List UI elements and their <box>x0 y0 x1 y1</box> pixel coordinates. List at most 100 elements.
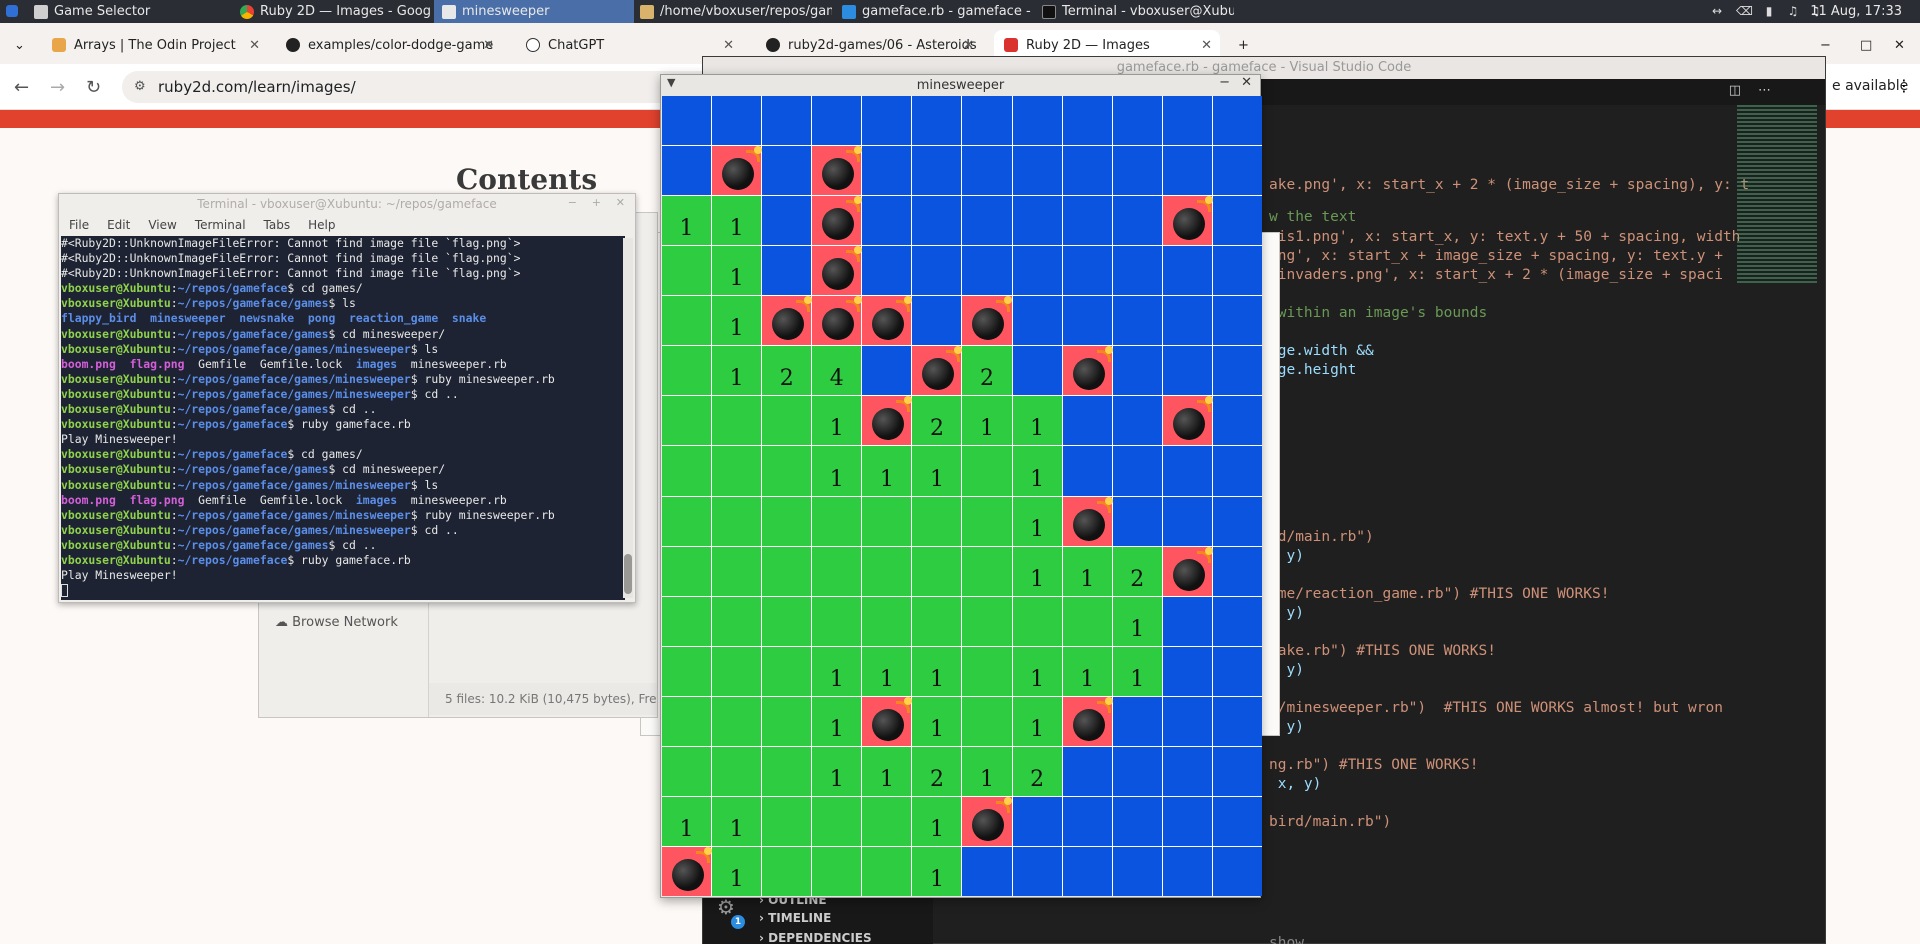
hidden-cell[interactable] <box>912 196 962 246</box>
hidden-cell[interactable] <box>1112 796 1162 846</box>
hidden-cell[interactable] <box>1012 196 1062 246</box>
hidden-cell[interactable] <box>762 196 812 246</box>
hidden-cell[interactable] <box>962 196 1012 246</box>
close-icon[interactable]: ✕ <box>1201 38 1212 53</box>
bomb-cell[interactable] <box>862 696 913 746</box>
number-cell[interactable]: 1 <box>712 246 762 296</box>
revealed-cell[interactable] <box>812 546 862 596</box>
revealed-cell[interactable] <box>662 296 712 346</box>
hidden-cell[interactable] <box>1162 296 1212 346</box>
revealed-cell[interactable] <box>962 646 1012 696</box>
hidden-cell[interactable] <box>1212 746 1262 796</box>
hidden-cell[interactable] <box>1062 96 1112 146</box>
revealed-cell[interactable] <box>962 446 1012 496</box>
number-cell[interactable]: 1 <box>912 446 962 496</box>
hidden-cell[interactable] <box>1212 346 1262 396</box>
revealed-cell[interactable] <box>662 696 712 746</box>
hidden-cell[interactable] <box>1112 146 1162 196</box>
gear-icon[interactable]: ⚙ <box>717 895 735 919</box>
site-info-icon[interactable]: ⚙ <box>134 79 146 94</box>
hidden-cell[interactable] <box>1112 446 1162 496</box>
number-cell[interactable]: 4 <box>812 346 862 396</box>
hidden-cell[interactable] <box>762 146 812 196</box>
hidden-cell[interactable] <box>1062 796 1112 846</box>
number-cell[interactable]: 1 <box>912 846 962 896</box>
revealed-cell[interactable] <box>712 596 762 646</box>
hidden-cell[interactable] <box>812 96 862 146</box>
hidden-cell[interactable] <box>1162 746 1212 796</box>
number-cell[interactable]: 1 <box>1012 396 1062 446</box>
bomb-cell[interactable] <box>662 846 712 896</box>
hidden-cell[interactable] <box>1012 846 1062 896</box>
close-icon[interactable]: ✕ <box>963 38 974 53</box>
close-icon[interactable]: ✕ <box>723 38 734 53</box>
revealed-cell[interactable] <box>762 596 812 646</box>
hidden-cell[interactable] <box>1212 596 1262 646</box>
number-cell[interactable]: 1 <box>1012 696 1062 746</box>
revealed-cell[interactable] <box>712 446 762 496</box>
network-icon[interactable]: ↔ <box>1710 4 1724 18</box>
hidden-cell[interactable] <box>1162 346 1212 396</box>
menu-file[interactable]: File <box>69 214 89 236</box>
hidden-cell[interactable] <box>762 96 812 146</box>
revealed-cell[interactable] <box>662 596 712 646</box>
hidden-cell[interactable] <box>1212 396 1262 446</box>
close-icon[interactable]: ✕ <box>616 196 625 209</box>
hidden-cell[interactable] <box>1212 146 1262 196</box>
hidden-cell[interactable] <box>1212 446 1262 496</box>
hidden-cell[interactable] <box>962 846 1012 896</box>
number-cell[interactable]: 1 <box>1012 496 1062 546</box>
number-cell[interactable]: 1 <box>1062 646 1112 696</box>
task-file-manager[interactable]: /home/vboxuser/repos/gam... <box>632 0 832 23</box>
hidden-cell[interactable] <box>1112 696 1162 746</box>
browse-network-item[interactable]: ☁ Browse Network <box>275 615 398 630</box>
hidden-cell[interactable] <box>962 146 1012 196</box>
forward-arrow-icon[interactable]: → <box>50 77 65 98</box>
code-editor[interactable]: ake.png', x: start_x + 2 * (image_size +… <box>1259 105 1825 944</box>
number-cell[interactable]: 2 <box>1012 746 1062 796</box>
revealed-cell[interactable] <box>712 496 762 546</box>
hidden-cell[interactable] <box>862 196 912 246</box>
hidden-cell[interactable] <box>1012 346 1062 396</box>
hidden-cell[interactable] <box>1012 246 1062 296</box>
revealed-cell[interactable] <box>862 596 912 646</box>
revealed-cell[interactable] <box>712 696 762 746</box>
revealed-cell[interactable] <box>962 696 1012 746</box>
number-cell[interactable]: 1 <box>1062 546 1112 596</box>
keyboard-icon[interactable]: ⌫ <box>1736 4 1753 18</box>
number-cell[interactable]: 1 <box>662 196 712 246</box>
task-minesweeper[interactable]: minesweeper <box>434 0 634 23</box>
tab-github-color-dodge[interactable]: examples/color-dodge-game ✕ <box>276 30 502 60</box>
clock[interactable]: 11 Aug, 17:33 <box>1810 0 1902 23</box>
hidden-cell[interactable] <box>1062 246 1112 296</box>
hidden-cell[interactable] <box>1062 846 1112 896</box>
revealed-cell[interactable] <box>662 546 712 596</box>
menu-terminal[interactable]: Terminal <box>195 214 246 236</box>
number-cell[interactable]: 1 <box>912 646 962 696</box>
bomb-cell[interactable] <box>812 246 863 296</box>
revealed-cell[interactable] <box>662 246 712 296</box>
bomb-cell[interactable] <box>862 296 913 346</box>
number-cell[interactable]: 1 <box>862 646 912 696</box>
hidden-cell[interactable] <box>1162 96 1212 146</box>
bomb-cell[interactable] <box>812 146 863 196</box>
hidden-cell[interactable] <box>962 96 1012 146</box>
number-cell[interactable]: 1 <box>712 296 762 346</box>
hidden-cell[interactable] <box>1212 96 1262 146</box>
hidden-cell[interactable] <box>1162 646 1212 696</box>
bomb-cell[interactable] <box>912 346 963 396</box>
hidden-cell[interactable] <box>1212 246 1262 296</box>
back-arrow-icon[interactable]: ← <box>14 77 29 98</box>
bomb-cell[interactable] <box>1162 546 1213 596</box>
task-game-selector[interactable]: Game Selector <box>26 0 226 23</box>
hidden-cell[interactable] <box>1012 796 1062 846</box>
number-cell[interactable]: 1 <box>662 796 712 846</box>
revealed-cell[interactable] <box>1012 596 1062 646</box>
bomb-cell[interactable] <box>1062 696 1113 746</box>
revealed-cell[interactable] <box>762 546 812 596</box>
hidden-cell[interactable] <box>1212 846 1262 896</box>
revealed-cell[interactable] <box>962 496 1012 546</box>
revealed-cell[interactable] <box>712 396 762 446</box>
number-cell[interactable]: 1 <box>962 396 1012 446</box>
maximize-icon[interactable]: + <box>592 196 601 209</box>
